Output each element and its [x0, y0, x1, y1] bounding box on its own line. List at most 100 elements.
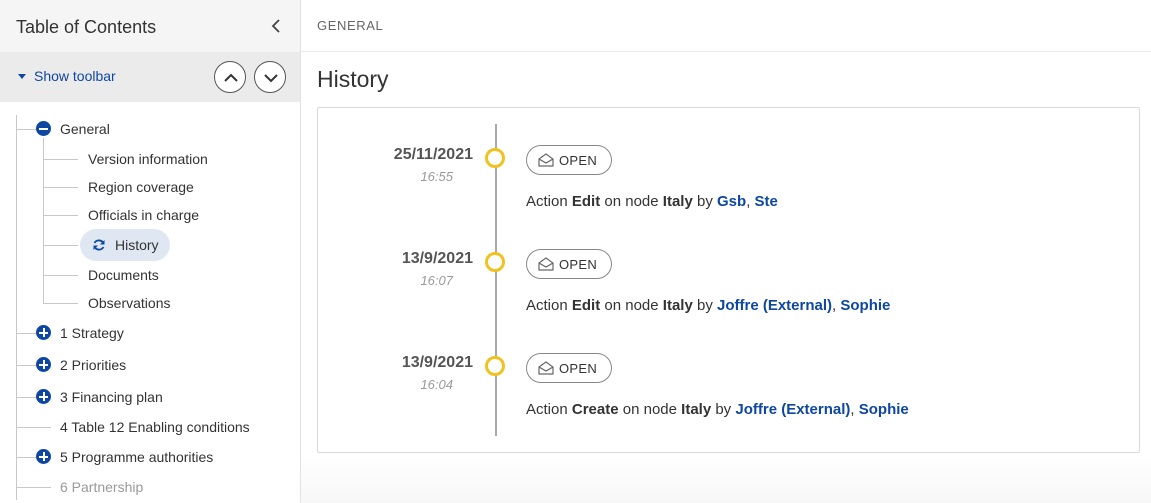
user-link[interactable]: Ste	[755, 193, 778, 210]
by-text: by	[715, 401, 732, 418]
entry-action-text: Action Create on node Italy by Joffre (E…	[526, 401, 909, 418]
tree-item-history-label: History	[115, 237, 159, 253]
minus-circle-icon[interactable]	[36, 121, 51, 136]
entry-time: 16:04	[420, 377, 453, 392]
node-name: Italy	[681, 401, 712, 418]
toc-title: Table of Contents	[16, 17, 157, 37]
tree-item-version-information[interactable]: Version information	[88, 151, 208, 167]
tree-item-priorities[interactable]: 2 Priorities	[60, 357, 126, 373]
open-button-label: OPEN	[559, 361, 598, 376]
user-link[interactable]: Gsb	[717, 193, 746, 210]
breadcrumb: GENERAL	[317, 18, 384, 33]
tree-connector	[43, 245, 78, 246]
tree-item-programme-authorities[interactable]: 5 Programme authorities	[60, 449, 213, 465]
entry-time: 16:55	[420, 169, 453, 184]
entry-time: 16:07	[420, 273, 453, 288]
tree-connector	[16, 333, 36, 334]
tree-guide-line	[16, 115, 17, 500]
refresh-icon	[93, 239, 105, 251]
plus-circle-icon[interactable]	[36, 325, 51, 340]
tree-connector	[43, 303, 78, 304]
user-separator: ,	[850, 401, 855, 418]
open-button[interactable]: OPEN	[526, 353, 612, 383]
tree-item-general[interactable]: General	[60, 121, 110, 137]
open-button[interactable]: OPEN	[526, 249, 612, 279]
entry-action-text: Action Edit on node Italy by Gsb, Ste	[526, 193, 778, 210]
action-prefix: Action	[526, 193, 568, 210]
tree-connector	[16, 457, 36, 458]
tree-item-enabling-conditions[interactable]: 4 Table 12 Enabling conditions	[60, 419, 250, 435]
envelope-open-icon	[538, 361, 554, 375]
plus-circle-icon[interactable]	[36, 389, 51, 404]
action-type: Edit	[571, 193, 601, 210]
tree-item-partnership[interactable]: 6 Partnership	[60, 479, 143, 495]
envelope-open-icon	[538, 153, 554, 167]
open-button-label: OPEN	[559, 257, 598, 272]
bottom-shade	[301, 455, 1151, 503]
toc-header: Table of Contents	[0, 0, 300, 52]
tree-connector	[43, 215, 78, 216]
tree-item-strategy[interactable]: 1 Strategy	[60, 325, 124, 341]
node-name: Italy	[662, 297, 693, 314]
plus-circle-icon[interactable]	[36, 357, 51, 372]
tree-connector	[16, 129, 36, 130]
tree-item-observations[interactable]: Observations	[88, 295, 170, 311]
user-link[interactable]: Joffre (External)	[717, 297, 832, 314]
open-button[interactable]: OPEN	[526, 145, 612, 175]
tree-item-history-selected[interactable]: History	[80, 229, 170, 261]
tree-connector	[16, 427, 51, 428]
tree-connector	[16, 397, 36, 398]
by-text: by	[696, 193, 713, 210]
tree-guide-line	[43, 138, 44, 303]
node-prefix: on node	[604, 297, 659, 314]
timeline-dot	[485, 252, 505, 272]
toc-tree: General Version information Region cover…	[0, 102, 300, 503]
show-toolbar-label: Show toolbar	[34, 68, 116, 84]
action-prefix: Action	[526, 297, 568, 314]
page-title: History	[317, 66, 389, 92]
main-content: GENERAL History 25/11/2021 16:55 OPEN Ac…	[301, 0, 1151, 503]
envelope-open-icon	[538, 257, 554, 271]
user-link[interactable]: Sophie	[859, 401, 909, 418]
tree-connector	[16, 365, 36, 366]
entry-date: 13/9/2021	[401, 354, 473, 371]
show-toolbar-toggle[interactable]: Show toolbar	[18, 68, 116, 84]
entry-action-text: Action Edit on node Italy by Joffre (Ext…	[526, 297, 890, 314]
history-panel: 25/11/2021 16:55 OPEN Action Edit on nod…	[317, 107, 1140, 453]
timeline-dot	[485, 356, 505, 376]
caret-down-icon	[18, 73, 26, 79]
tree-item-documents[interactable]: Documents	[88, 267, 159, 283]
header-divider	[301, 51, 1151, 52]
action-type: Edit	[571, 297, 601, 314]
tree-item-financing-plan[interactable]: 3 Financing plan	[60, 389, 163, 405]
action-prefix: Action	[526, 401, 568, 418]
user-link[interactable]: Sophie	[840, 297, 890, 314]
expand-down-button[interactable]	[254, 61, 286, 93]
chevron-up-icon	[224, 73, 238, 82]
chevron-left-icon[interactable]	[268, 17, 286, 35]
node-prefix: on node	[622, 401, 677, 418]
node-name: Italy	[662, 193, 693, 210]
timeline-dot	[485, 148, 505, 168]
action-type: Create	[571, 401, 619, 418]
table-of-contents-sidebar: Table of Contents Show toolbar General V…	[0, 0, 301, 503]
tree-item-region-coverage[interactable]: Region coverage	[88, 179, 194, 195]
tree-connector	[16, 487, 51, 488]
tree-connector	[43, 159, 78, 160]
entry-date: 13/9/2021	[401, 250, 473, 267]
chevron-down-icon	[264, 74, 278, 83]
node-prefix: on node	[604, 193, 659, 210]
toolbar-row: Show toolbar	[0, 52, 300, 102]
user-link[interactable]: Joffre (External)	[735, 401, 850, 418]
user-separator: ,	[746, 193, 751, 210]
open-button-label: OPEN	[559, 153, 598, 168]
tree-connector	[43, 187, 78, 188]
tree-connector	[43, 275, 78, 276]
user-separator: ,	[832, 297, 837, 314]
entry-date: 25/11/2021	[393, 146, 473, 163]
expand-up-button[interactable]	[214, 61, 246, 93]
plus-circle-icon[interactable]	[36, 449, 51, 464]
tree-item-officials-in-charge[interactable]: Officials in charge	[88, 207, 199, 223]
timeline-line	[495, 124, 497, 436]
by-text: by	[696, 297, 713, 314]
